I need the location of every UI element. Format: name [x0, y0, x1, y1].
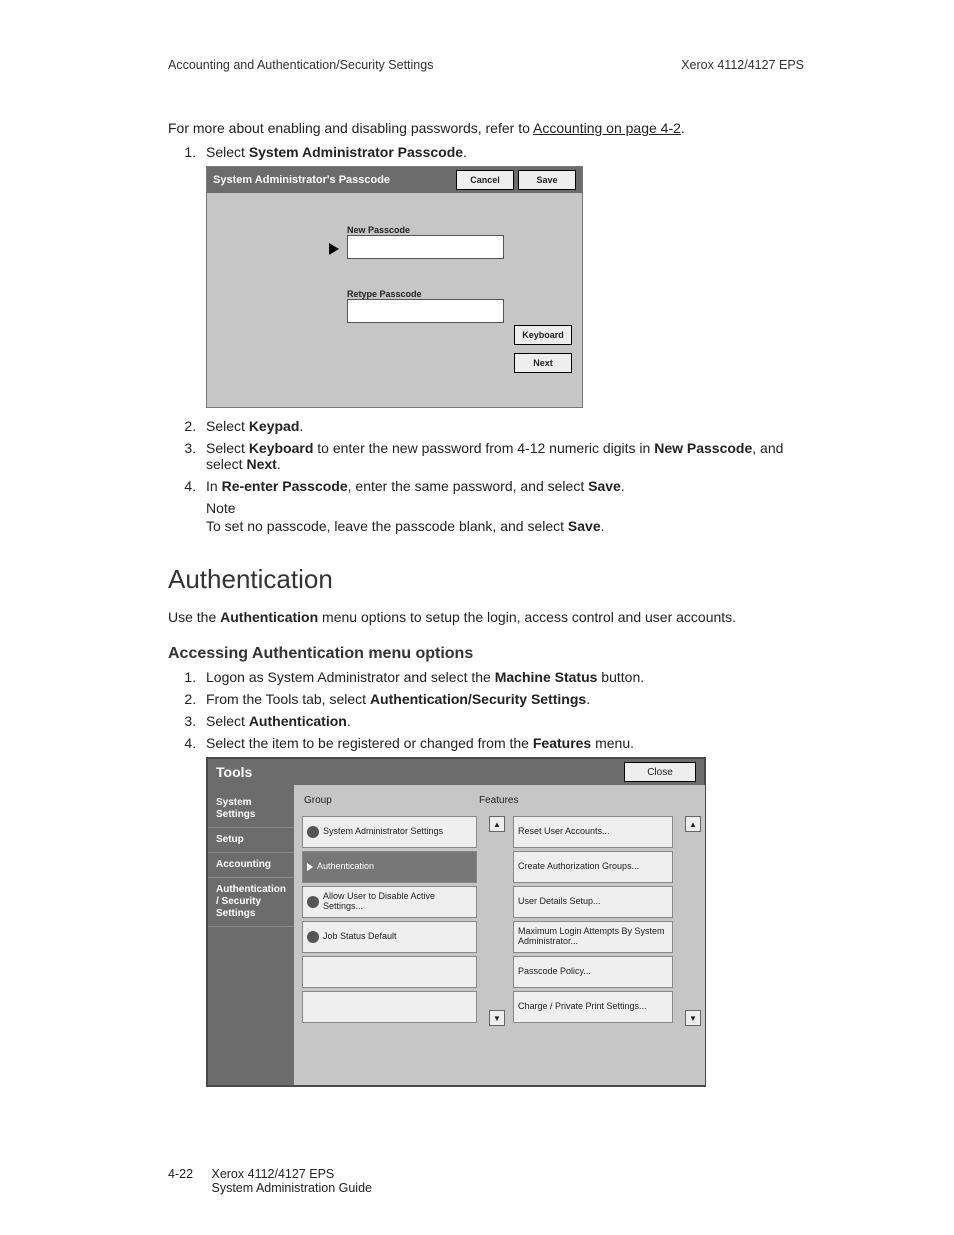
close-button[interactable]: Close	[624, 762, 696, 782]
authentication-heading: Authentication	[168, 564, 804, 595]
auth-step-1: Logon as System Administrator and select…	[200, 669, 804, 685]
tools-content: Group Features System Administrator Sett…	[294, 785, 705, 1085]
chevron-right-icon	[307, 863, 313, 871]
footer-doc-subtitle: System Administration Guide	[211, 1181, 372, 1195]
tools-screenshot: Tools Close System Settings Setup Accoun…	[206, 757, 706, 1087]
intro-paragraph: For more about enabling and disabling pa…	[168, 120, 804, 136]
note-block: Note To set no passcode, leave the passc…	[206, 500, 804, 534]
passcode-dialog-title: System Administrator's Passcode	[213, 174, 452, 186]
header-left: Accounting and Authentication/Security S…	[168, 58, 433, 72]
save-button[interactable]: Save	[518, 170, 576, 190]
tools-title: Tools	[216, 764, 624, 780]
feature-user-details[interactable]: User Details Setup...	[513, 886, 673, 918]
keyboard-button[interactable]: Keyboard	[514, 325, 572, 345]
feature-max-login-attempts[interactable]: Maximum Login Attempts By System Adminis…	[513, 921, 673, 953]
tab-auth-security[interactable]: Authentication / Security Settings	[208, 878, 294, 927]
scroll-up-icon[interactable]: ▲	[489, 816, 505, 832]
procedure-list-2: Logon as System Administrator and select…	[168, 669, 804, 1087]
group-list: System Administrator Settings Authentica…	[302, 816, 477, 1026]
scroll-up-icon[interactable]: ▲	[685, 816, 701, 832]
authentication-intro: Use the Authentication menu options to s…	[168, 609, 804, 625]
page-footer: 4-22 Xerox 4112/4127 EPS System Administ…	[168, 1167, 372, 1195]
feature-charge-private-print[interactable]: Charge / Private Print Settings...	[513, 991, 673, 1023]
features-list: Reset User Accounts... Create Authorizat…	[513, 816, 673, 1026]
gear-icon	[307, 931, 319, 943]
page-number: 4-22	[168, 1167, 208, 1181]
auth-step-2: From the Tools tab, select Authenticatio…	[200, 691, 804, 707]
note-text: To set no passcode, leave the passcode b…	[206, 518, 804, 534]
group-column-header: Group	[304, 795, 479, 806]
group-job-status-default[interactable]: Job Status Default	[302, 921, 477, 953]
group-authentication[interactable]: Authentication	[302, 851, 477, 883]
cursor-arrow-icon	[329, 243, 339, 255]
tab-accounting[interactable]: Accounting	[208, 853, 294, 878]
step-3: Select Keyboard to enter the new passwor…	[200, 440, 804, 472]
gear-icon	[307, 896, 319, 908]
group-sys-admin-settings[interactable]: System Administrator Settings	[302, 816, 477, 848]
next-button[interactable]: Next	[514, 353, 572, 373]
passcode-screenshot: System Administrator's Passcode Cancel S…	[206, 166, 583, 408]
tools-header: Tools Close	[208, 759, 704, 785]
header-right: Xerox 4112/4127 EPS	[681, 58, 804, 72]
feature-passcode-policy[interactable]: Passcode Policy...	[513, 956, 673, 988]
page-header: Accounting and Authentication/Security S…	[168, 58, 804, 72]
scroll-down-icon[interactable]: ▼	[685, 1010, 701, 1026]
accounting-link[interactable]: Accounting on page 4-2	[533, 120, 681, 136]
auth-step-4: Select the item to be registered or chan…	[200, 735, 804, 1087]
gear-icon	[307, 826, 319, 838]
tab-setup[interactable]: Setup	[208, 828, 294, 853]
auth-step-3: Select Authentication.	[200, 713, 804, 729]
scroll-down-icon[interactable]: ▼	[489, 1010, 505, 1026]
step-4: In Re-enter Passcode, enter the same pas…	[200, 478, 804, 534]
step-1: Select System Administrator Passcode. Sy…	[200, 144, 804, 408]
cancel-button[interactable]: Cancel	[456, 170, 514, 190]
accessing-auth-heading: Accessing Authentication menu options	[168, 645, 804, 663]
group-empty-2	[302, 991, 477, 1023]
group-allow-disable[interactable]: Allow User to Disable Active Settings...	[302, 886, 477, 918]
footer-doc-title: Xerox 4112/4127 EPS	[211, 1167, 334, 1181]
retype-passcode-input[interactable]	[347, 299, 504, 323]
group-scrollbar[interactable]: ▲ ▼	[489, 816, 503, 1026]
note-title: Note	[206, 500, 804, 516]
passcode-dialog-header: System Administrator's Passcode Cancel S…	[207, 167, 582, 193]
procedure-list-1: Select System Administrator Passcode. Sy…	[168, 144, 804, 534]
new-passcode-input[interactable]	[347, 235, 504, 259]
tab-system-settings[interactable]: System Settings	[208, 791, 294, 828]
new-passcode-label: New Passcode	[347, 225, 410, 235]
retype-passcode-label: Retype Passcode	[347, 289, 422, 299]
features-scrollbar[interactable]: ▲ ▼	[685, 816, 699, 1026]
features-column-header: Features	[479, 795, 518, 806]
group-empty-1	[302, 956, 477, 988]
step-2: Select Keypad.	[200, 418, 804, 434]
feature-create-auth-groups[interactable]: Create Authorization Groups...	[513, 851, 673, 883]
tools-tabs: System Settings Setup Accounting Authent…	[208, 785, 294, 1085]
feature-reset-users[interactable]: Reset User Accounts...	[513, 816, 673, 848]
